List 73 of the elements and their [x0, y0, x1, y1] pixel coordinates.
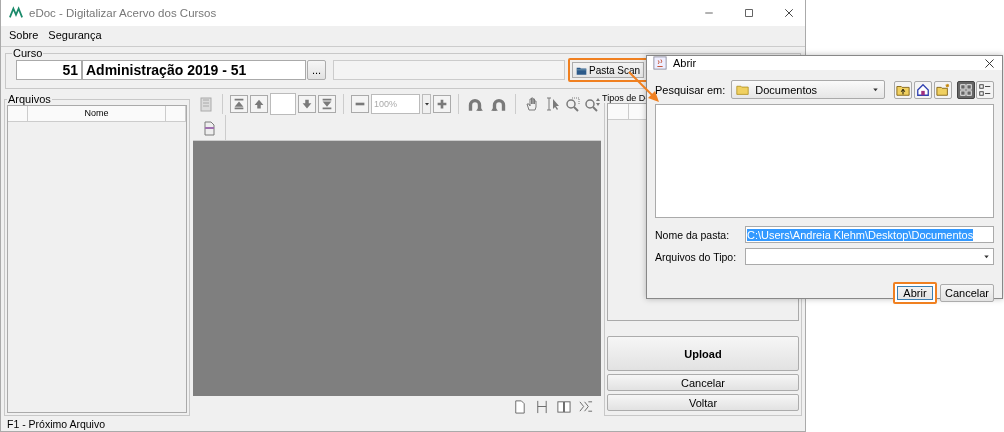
zoom-icon: [584, 96, 600, 112]
file-type-dropdown[interactable]: [745, 248, 994, 265]
cancel-button[interactable]: Cancelar: [939, 284, 994, 302]
maximize-icon: [743, 7, 755, 19]
group-label: Curso: [12, 47, 44, 59]
group-label: Arquivos: [7, 93, 52, 105]
last-page-icon: [320, 97, 334, 111]
folder-closed-icon: [736, 83, 750, 96]
thumbnails-button[interactable]: [197, 95, 215, 113]
java-icon: [653, 56, 667, 70]
close-button[interactable]: [783, 7, 795, 19]
fit-width-button[interactable]: [534, 398, 549, 414]
page-icon: [201, 119, 217, 136]
zoom-dropdown[interactable]: [422, 94, 431, 114]
pasta-scan-button[interactable]: Pasta Scan: [568, 58, 649, 82]
two-page-icon: [556, 398, 571, 414]
up-arrow-button[interactable]: [250, 95, 268, 113]
hand-icon: [524, 96, 540, 112]
menu-item[interactable]: Segurança: [48, 29, 102, 46]
plus-icon: [435, 97, 449, 111]
field-label: Pesquisar em:: [655, 83, 726, 96]
dropdown-icon: [982, 252, 991, 261]
last-page-button[interactable]: [318, 95, 336, 113]
up-folder-button[interactable]: [894, 80, 912, 99]
up-arrow-icon: [252, 97, 266, 111]
page-field[interactable]: [270, 93, 296, 115]
list-view-button[interactable]: [957, 80, 975, 99]
home-icon: [916, 82, 930, 97]
first-page-icon: [232, 97, 246, 111]
file-list[interactable]: [655, 104, 994, 218]
down-arrow-button[interactable]: [298, 95, 316, 113]
maximize-button[interactable]: [743, 7, 755, 19]
single-page-icon: [512, 398, 527, 414]
down-arrow-icon: [300, 97, 314, 111]
course-name-field[interactable]: Administração 2019 - 51: [82, 60, 306, 80]
dialog-title: Abrir: [673, 57, 697, 69]
status-text: F1 - Próximo Arquivo: [6, 416, 107, 431]
cancel-button[interactable]: Cancelar: [607, 374, 799, 391]
browse-button[interactable]: ...: [307, 60, 326, 80]
new-folder-icon: [936, 82, 950, 97]
list-view-icon: [959, 82, 973, 97]
thumbnails-icon: [198, 96, 214, 112]
upload-button[interactable]: Upload: [607, 336, 799, 371]
first-page-button[interactable]: [230, 95, 248, 113]
text-field[interactable]: [333, 60, 565, 80]
zoom-area-button[interactable]: [563, 95, 581, 113]
home-button[interactable]: [914, 80, 932, 99]
field-label: Nome da pasta:: [655, 227, 731, 242]
window-title: eDoc - Digitalizar Acervo dos Cursos: [29, 7, 217, 19]
close-icon: [783, 7, 795, 19]
app-logo-icon: [9, 6, 23, 20]
menu-item[interactable]: Sobre: [9, 29, 39, 46]
course-code-field[interactable]: 51: [16, 60, 82, 80]
close-button[interactable]: [983, 56, 996, 70]
text-select-icon: [544, 96, 560, 112]
two-page-button[interactable]: [556, 398, 571, 414]
dropdown-icon: [871, 85, 880, 94]
page-button[interactable]: [201, 119, 217, 136]
minus-button[interactable]: [351, 95, 369, 113]
details-view-icon: [978, 82, 992, 97]
folder-dropdown[interactable]: Documentos: [731, 80, 885, 99]
column-header[interactable]: Nome: [28, 106, 166, 121]
field-label: Arquivos do Tipo:: [655, 249, 738, 264]
plus-button[interactable]: [433, 95, 451, 113]
fit-width-icon: [534, 398, 549, 414]
details-view-button[interactable]: [976, 80, 994, 99]
open-button[interactable]: Abrir: [892, 282, 937, 304]
close-icon: [983, 56, 996, 70]
dropdown-icon: [423, 100, 431, 108]
zoom-area-icon: [564, 96, 580, 112]
back-button[interactable]: Voltar: [607, 394, 799, 411]
group-label: Tipos de D: [602, 93, 646, 103]
single-page-button[interactable]: [512, 398, 527, 414]
